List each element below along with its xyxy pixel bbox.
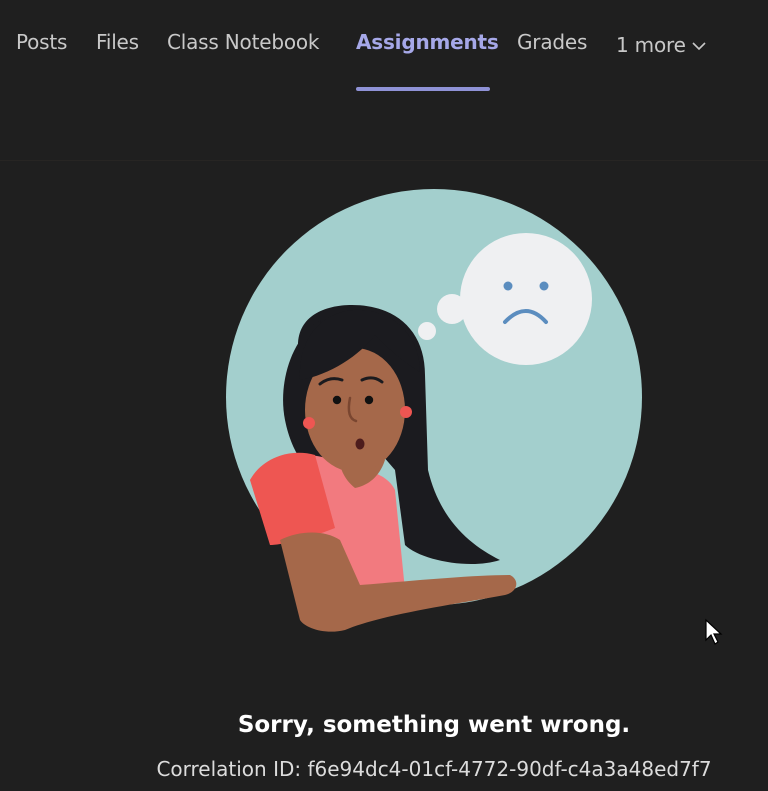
error-title: Sorry, something went wrong. [237,712,631,738]
mouse-pointer-icon [705,618,723,645]
correlation-id: Correlation ID: f6e94dc4-01cf-4772-90df-… [156,757,712,781]
tab-more[interactable]: 1 more [616,30,706,60]
error-illustration [226,189,642,632]
thought-bubble [460,233,592,365]
tab-grades[interactable]: Grades [517,30,587,60]
tab-class-notebook[interactable]: Class Notebook [167,30,319,60]
header-divider [0,160,768,161]
tab-more-label: 1 more [616,33,686,57]
chevron-down-icon [692,42,706,51]
tab-bar: Posts Files Class Notebook Assignments G… [0,0,768,96]
active-tab-indicator [356,87,490,91]
tab-assignments[interactable]: Assignments [356,30,499,60]
tab-files[interactable]: Files [96,30,139,60]
tab-posts[interactable]: Posts [16,30,67,60]
